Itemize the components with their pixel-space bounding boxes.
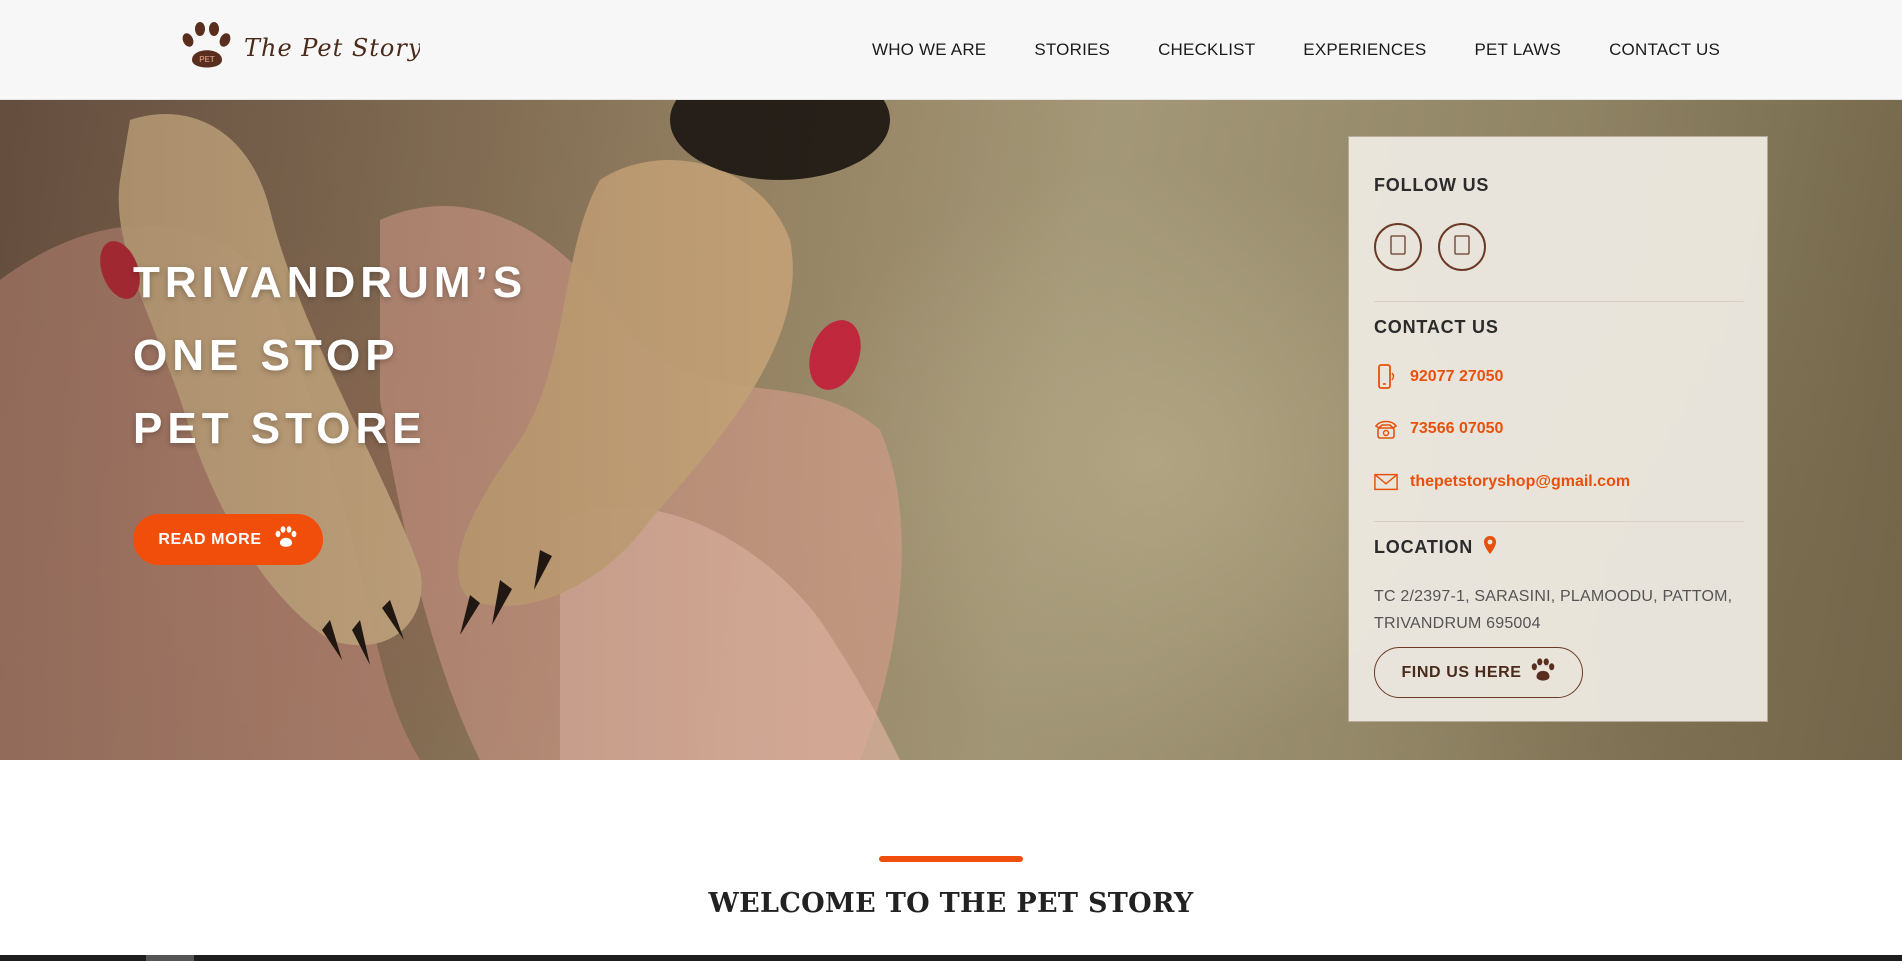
location-title: LOCATION	[1374, 537, 1474, 557]
card-divider	[1374, 301, 1744, 302]
find-us-button[interactable]: FIND US HERE	[1374, 647, 1583, 698]
follow-us-title: FOLLOW US	[1374, 175, 1490, 195]
nav-experiences[interactable]: EXPERIENCES	[1303, 40, 1426, 60]
email-address: thepetstoryshop@gmail.com	[1410, 473, 1631, 490]
phone-link[interactable]: 73566 07050	[1374, 417, 1503, 441]
paw-icon	[274, 526, 298, 553]
envelope-icon	[1374, 470, 1398, 494]
contact-card: FOLLOW US CONTACT US 92077 27050 73566 0…	[1348, 136, 1768, 722]
facebook-icon	[1389, 234, 1407, 260]
nav-contact-us[interactable]: CONTACT US	[1609, 40, 1720, 60]
paw-icon	[1530, 658, 1556, 687]
site-header: PET The Pet Story WHO WE ARE STORIES CHE…	[0, 0, 1902, 100]
horizontal-scrollbar[interactable]	[0, 955, 1902, 961]
telephone-icon	[1374, 417, 1398, 441]
headline-line-2: ONE STOP	[133, 331, 400, 380]
read-more-button[interactable]: READ MORE	[133, 514, 323, 565]
nav-pet-laws[interactable]: PET LAWS	[1474, 40, 1561, 60]
scrollbar-thumb[interactable]	[146, 955, 194, 961]
main-nav: WHO WE ARE STORIES CHECKLIST EXPERIENCES…	[872, 0, 1720, 100]
nav-who-we-are[interactable]: WHO WE ARE	[872, 40, 986, 60]
hero-banner: TRIVANDRUM’S ONE STOP PET STORE READ MOR…	[0, 100, 1902, 760]
mobile-link[interactable]: 92077 27050	[1374, 364, 1504, 389]
hero-headline: TRIVANDRUM’S ONE STOP PET STORE	[133, 246, 653, 465]
site-logo[interactable]: PET The Pet Story	[180, 22, 420, 78]
welcome-title: WELCOME TO THE PET STORY	[708, 888, 1194, 919]
location-heading: LOCATION	[1374, 535, 1497, 560]
social-links	[1374, 223, 1486, 271]
headline-line-3: PET STORE	[133, 404, 427, 453]
nav-checklist[interactable]: CHECKLIST	[1158, 40, 1255, 60]
svg-text:PET: PET	[199, 55, 215, 64]
headline-line-1: TRIVANDRUM’S	[133, 258, 528, 307]
email-link[interactable]: thepetstoryshop@gmail.com	[1374, 470, 1630, 494]
facebook-link[interactable]	[1374, 223, 1422, 271]
instagram-link[interactable]	[1438, 223, 1486, 271]
store-address: TC 2/2397-1, SARASINI, PLAMOODU, PATTOM,…	[1374, 588, 1733, 632]
map-pin-icon	[1483, 535, 1497, 560]
logo-wordmark: The Pet Story	[244, 34, 420, 62]
nav-stories[interactable]: STORIES	[1034, 40, 1110, 60]
read-more-label: READ MORE	[158, 530, 262, 548]
find-us-label: FIND US HERE	[1401, 663, 1522, 681]
card-divider	[1374, 521, 1744, 522]
section-accent-line	[879, 856, 1023, 862]
mobile-number: 92077 27050	[1410, 368, 1504, 385]
contact-us-title: CONTACT US	[1374, 317, 1499, 337]
mobile-phone-icon	[1374, 364, 1398, 389]
instagram-icon	[1453, 234, 1471, 260]
phone-number: 73566 07050	[1410, 420, 1504, 437]
